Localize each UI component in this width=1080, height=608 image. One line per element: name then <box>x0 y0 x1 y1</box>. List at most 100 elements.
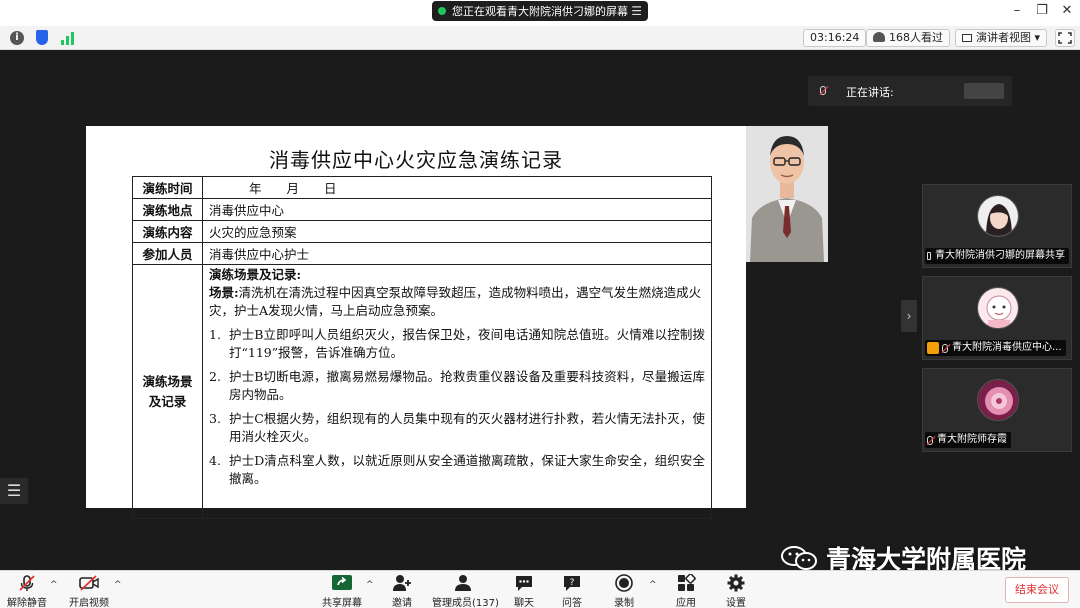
info-icon[interactable]: i <box>10 31 24 45</box>
screen-share-icon <box>927 252 931 260</box>
avatar <box>977 287 1019 329</box>
chat-label: 聊天 <box>514 598 534 608</box>
row-value: 年 月 日 <box>202 176 712 199</box>
participant-name-label: 青大附院师存霞 <box>925 432 1011 448</box>
apps-grid-icon <box>678 574 696 591</box>
meeting-timer: 03:16:24 <box>803 29 867 47</box>
record-icon <box>615 574 633 592</box>
step-number: 2. <box>209 369 221 384</box>
svg-text:?: ? <box>570 578 575 588</box>
viewers-count-button[interactable]: 168人看过 <box>866 29 950 47</box>
shared-document-slide: 消毒供应中心火灾应急演练记录 演练时间 年 月 日 演练地点 消毒供应中心 演练… <box>86 126 746 519</box>
speaker-name-placeholder <box>964 83 1004 99</box>
qa-button[interactable]: ? 问答 <box>558 571 586 608</box>
video-options-caret[interactable]: ^ <box>114 580 122 590</box>
manage-members-button[interactable]: 管理成员(137) <box>432 571 499 608</box>
avatar-portrait-icon <box>978 196 1018 236</box>
step-text: 护士C根据火势，组织现有的人员集中现有的灭火器材进行扑救，若火情无法扑灭，使用消… <box>229 411 705 444</box>
row-value: 消毒供应中心护士 <box>202 242 712 265</box>
table-row: 演练内容 火灾的应急预案 <box>132 220 712 243</box>
scene-row-label: 演练场景 及记录 <box>132 264 203 519</box>
record-button[interactable]: 录制 <box>610 571 638 608</box>
list-item: 2. 护士B切断电源，撤离易燃易爆物品。抢救贵重仪器设备及重要科技资料，尽量搬运库… <box>209 368 705 404</box>
row-label: 演练时间 <box>132 176 203 199</box>
record-label: 录制 <box>614 598 634 608</box>
share-menu-icon[interactable]: ☰ <box>631 4 642 18</box>
avatar-cartoon-icon <box>978 288 1018 328</box>
invite-label: 邀请 <box>392 598 412 608</box>
share-screen-button[interactable]: 共享屏幕 <box>320 571 364 608</box>
wechat-icon <box>780 545 818 571</box>
manage-members-label: 管理成员(137) <box>432 598 499 608</box>
start-video-button[interactable]: 开启视频 <box>66 571 112 608</box>
minimize-icon[interactable]: – <box>1008 3 1026 18</box>
speaker-portrait-icon <box>746 126 828 262</box>
list-menu-button[interactable]: ☰ <box>0 478 28 504</box>
scene-intro: 场景:清洗机在清洗过程中因真空泵故障导致超压，造成物料喷出，遇空气发生燃烧造成火… <box>209 284 705 320</box>
view-mode-dropdown[interactable]: 演讲者视图 ▾ <box>955 29 1047 47</box>
scene-heading: 演练场景及记录: <box>209 267 302 282</box>
step-text: 护士B立即呼叫人员组织灭火，报告保卫处，夜间电话通知院总值班。火情难以控制拨打“… <box>229 327 705 360</box>
unmute-label: 解除静音 <box>7 598 47 608</box>
table-row: 演练场景 及记录 演练场景及记录: 场景:清洗机在清洗过程中因真空泵故障导致超压… <box>132 264 712 519</box>
view-mode-label: 演讲者视图 <box>976 31 1031 44</box>
viewers-count: 168人看过 <box>889 31 943 44</box>
chevron-down-icon: ▾ <box>1034 31 1040 44</box>
settings-button[interactable]: 设置 <box>722 571 750 608</box>
list-item: 4. 护士D清点科室人数，以就近原则从安全通道撤离疏散，保证大家生命安全，组织安全… <box>209 452 705 488</box>
scene-label-line: 及记录 <box>148 393 187 409</box>
view-mode-icon <box>962 34 972 42</box>
muted-mic-icon <box>942 343 948 353</box>
record-options-caret[interactable]: ^ <box>649 580 657 590</box>
video-off-icon <box>79 575 99 591</box>
share-screen-icon <box>332 575 352 590</box>
chat-button[interactable]: 聊天 <box>510 571 538 608</box>
end-meeting-button[interactable]: 结束会议 <box>1005 577 1069 603</box>
document-title: 消毒供应中心火灾应急演练记录 <box>269 148 563 172</box>
audio-options-caret[interactable]: ^ <box>50 580 58 590</box>
unmute-button[interactable]: 解除静音 <box>6 571 48 608</box>
step-text: 护士D清点科室人数，以就近原则从安全通道撤离疏散，保证大家生命安全，组织安全撤离… <box>229 453 705 486</box>
muted-mic-icon <box>927 435 933 445</box>
scene-intro-text: 清洗机在清洗过程中因真空泵故障导致超压，造成物料喷出，遇空气发生燃烧造成火灾，护… <box>209 285 702 318</box>
participant-name-label: 青大附院消毒供应中心... <box>925 340 1066 356</box>
meeting-info-bar: i 03:16:24 168人看过 演讲者视图 ▾ <box>0 26 1080 50</box>
speaker-video[interactable] <box>746 126 828 262</box>
table-row: 参加人员 消毒供应中心护士 <box>132 242 712 265</box>
avatar <box>977 379 1019 421</box>
participant-name: 青大附院消供刁娜的屏幕共享 <box>935 250 1065 261</box>
step-number: 4. <box>209 453 221 468</box>
list-item: 1. 护士B立即呼叫人员组织灭火，报告保卫处，夜间电话通知院总值班。火情难以控制拨… <box>209 326 705 362</box>
participant-tile[interactable]: 青大附院师存霞 <box>922 368 1072 452</box>
sharing-indicator-icon <box>438 7 446 15</box>
participant-tile[interactable]: 青大附院消供刁娜的屏幕共享 <box>922 184 1072 268</box>
window-title-bar: 您正在观看青大附院消供刁娜的屏幕 ☰ – ❐ ✕ <box>0 0 1080 26</box>
drill-record-table: 演练时间 年 月 日 演练地点 消毒供应中心 演练内容 火灾的应急预案 参加人员… <box>132 176 712 519</box>
close-icon[interactable]: ✕ <box>1058 3 1076 18</box>
apps-button[interactable]: 应用 <box>672 571 700 608</box>
invite-button[interactable]: 邀请 <box>388 571 416 608</box>
speaking-indicator: 正在讲话: <box>808 76 1012 106</box>
gear-icon <box>727 574 745 592</box>
network-signal-icon[interactable] <box>61 31 77 45</box>
settings-label: 设置 <box>726 598 746 608</box>
collapse-panel-button[interactable]: › <box>901 300 917 332</box>
row-label: 演练内容 <box>132 220 203 243</box>
fullscreen-button[interactable] <box>1055 29 1075 47</box>
avatar <box>977 195 1019 237</box>
apps-label: 应用 <box>676 598 696 608</box>
row-value: 火灾的应急预案 <box>202 220 712 243</box>
restore-icon[interactable]: ❐ <box>1033 3 1051 18</box>
meeting-toolbar: 解除静音 ^ 开启视频 ^ 共享屏幕 ^ 邀请 管理成员(137) 聊天 ? 问… <box>0 570 1080 608</box>
question-icon: ? <box>564 576 580 591</box>
speaking-label: 正在讲话: <box>846 86 894 99</box>
share-options-caret[interactable]: ^ <box>366 580 374 590</box>
screen-share-notice[interactable]: 您正在观看青大附院消供刁娜的屏幕 ☰ <box>432 1 648 21</box>
security-shield-icon[interactable] <box>36 30 48 45</box>
chat-icon <box>516 576 532 591</box>
share-notice-text: 您正在观看青大附院消供刁娜的屏幕 <box>452 5 628 18</box>
participant-tile[interactable]: 青大附院消毒供应中心... <box>922 276 1072 360</box>
step-text: 护士B切断电源，撤离易燃易爆物品。抢救贵重仪器设备及重要科技资料，尽量搬运库房内… <box>229 369 705 402</box>
participant-name: 青大附院消毒供应中心... <box>952 342 1062 353</box>
scene-content: 演练场景及记录: 场景:清洗机在清洗过程中因真空泵故障导致超压，造成物料喷出，遇… <box>202 264 712 519</box>
